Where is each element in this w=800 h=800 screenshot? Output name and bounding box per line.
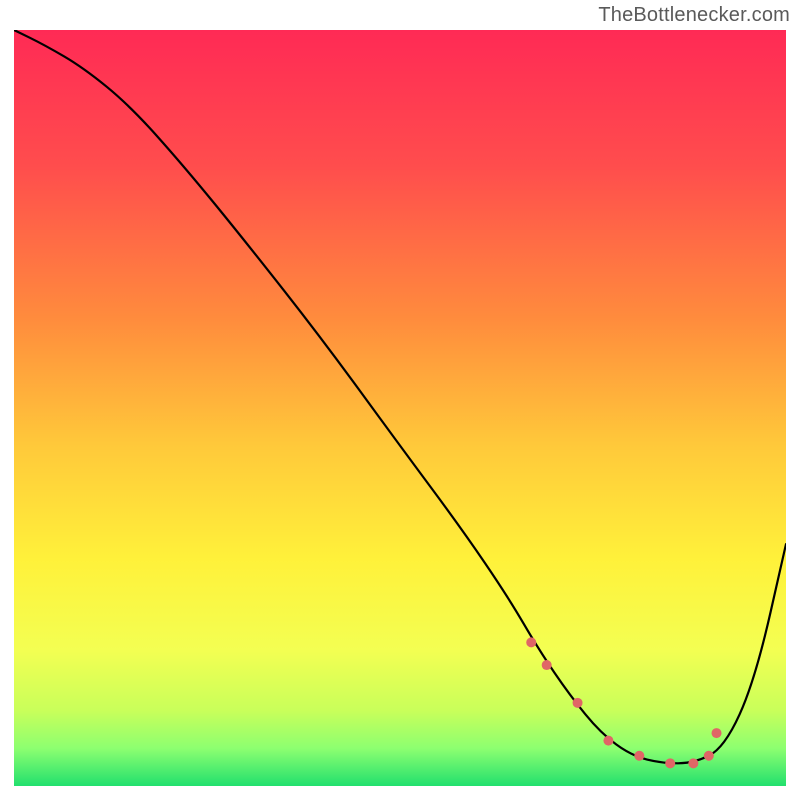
sweet-spot-marker — [665, 758, 675, 768]
plot-area — [14, 30, 786, 786]
sweet-spot-marker — [603, 736, 613, 746]
sweet-spot-marker — [526, 637, 536, 647]
chart-container: TheBottlenecker.com — [0, 0, 800, 800]
sweet-spot-marker — [704, 751, 714, 761]
sweet-spot-marker — [688, 758, 698, 768]
sweet-spot-marker — [634, 751, 644, 761]
sweet-spot-marker — [542, 660, 552, 670]
bottleneck-chart — [14, 30, 786, 786]
attribution-text: TheBottlenecker.com — [598, 4, 790, 27]
sweet-spot-marker — [712, 728, 722, 738]
gradient-background — [14, 30, 786, 786]
sweet-spot-marker — [573, 698, 583, 708]
